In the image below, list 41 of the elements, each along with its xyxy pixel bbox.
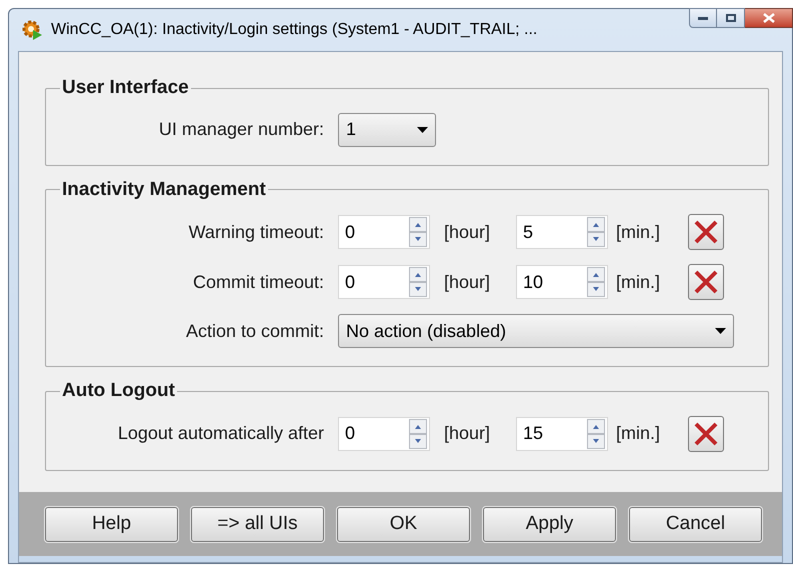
dialog-button[interactable]: => all UIs (191, 506, 324, 542)
group-title: Inactivity Management (61, 178, 267, 202)
unit-label: [hour] (444, 422, 492, 445)
dropdown[interactable]: 1 (338, 112, 436, 146)
unit-label: [min.] (616, 422, 662, 445)
group-title: Auto Logout (61, 379, 176, 403)
window-title: WinCC_OA(1): Inactivity/Login settings (System1 - AUDIT_TRAIL; ... (51, 20, 538, 40)
caret-icon (715, 328, 726, 334)
clear-button[interactable] (688, 264, 724, 300)
dropdown[interactable]: No action (disabled) (338, 314, 734, 348)
dialog-button[interactable]: Apply (483, 506, 616, 542)
spin-box[interactable]: 0 (338, 215, 430, 249)
cross-icon (694, 422, 718, 446)
unit-label: [hour] (444, 270, 492, 294)
gear-icon (21, 19, 43, 41)
caret-icon (417, 126, 428, 132)
spin-box[interactable]: 10 (516, 265, 608, 299)
dialog-button[interactable]: OK (337, 506, 470, 542)
spin-box[interactable]: 0 (338, 265, 430, 299)
spin-box[interactable]: 5 (516, 215, 608, 249)
unit-label: [min.] (616, 270, 662, 294)
cross-icon (694, 270, 718, 294)
spin-box[interactable]: 0 (338, 416, 430, 450)
cross-icon (694, 220, 718, 244)
dialog-button[interactable]: Help (45, 506, 178, 542)
clear-button[interactable] (688, 416, 724, 452)
field-label: Logout automatically after (116, 422, 325, 445)
unit-label: [hour] (444, 220, 492, 244)
clear-button[interactable] (688, 214, 724, 250)
close-button[interactable] (745, 8, 793, 28)
spin-box[interactable]: 15 (516, 416, 608, 450)
field-label: UI manager number: (158, 118, 325, 141)
close-icon (762, 13, 774, 23)
group-title: User Interface (61, 76, 190, 100)
dialog-button[interactable]: Cancel (629, 506, 762, 542)
maximize-button[interactable] (717, 8, 745, 28)
unit-label: [min.] (616, 220, 662, 244)
field-label: Commit timeout: (192, 270, 325, 294)
field-label: Action to commit: (184, 320, 325, 342)
field-label: Warning timeout: (188, 220, 325, 244)
minimize-button[interactable] (689, 8, 717, 28)
